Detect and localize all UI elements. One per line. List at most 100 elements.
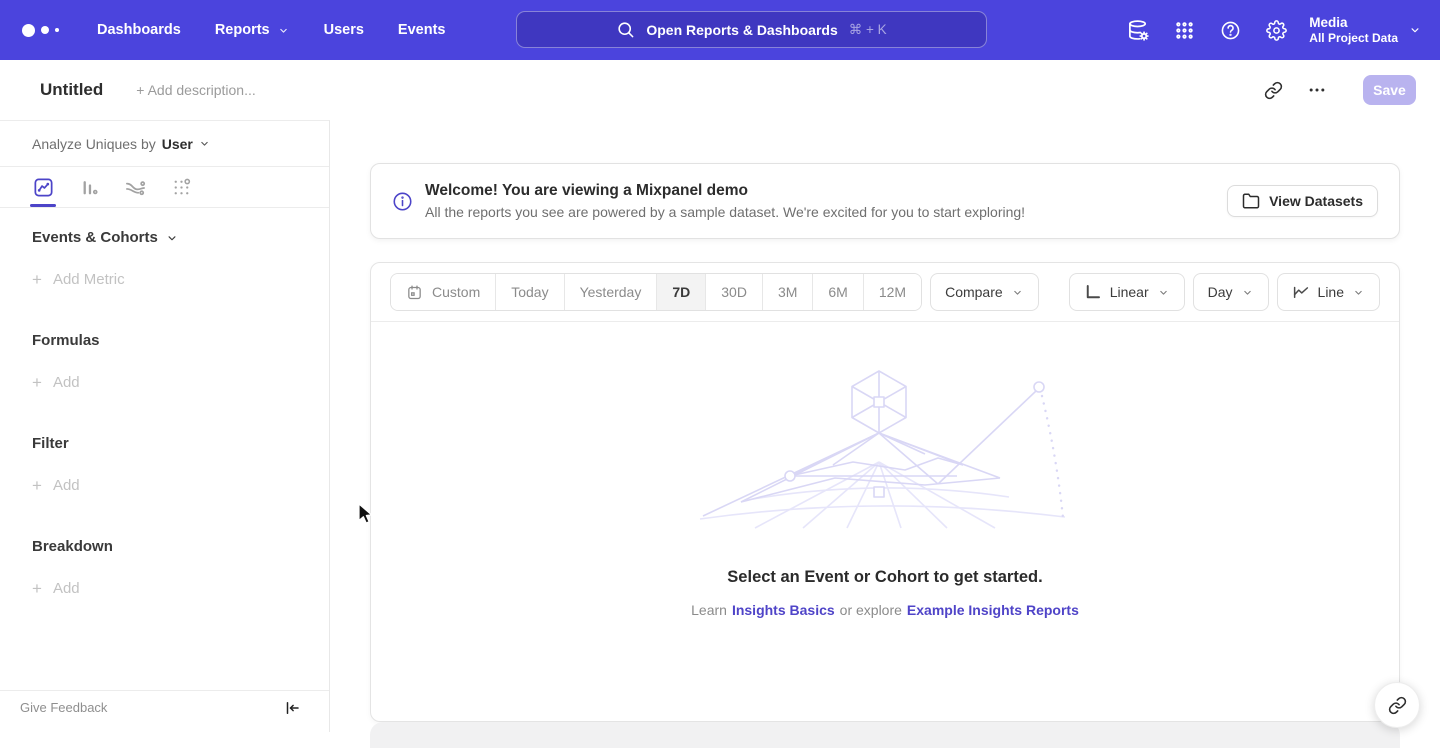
tab-retention-grid[interactable] [169, 167, 193, 207]
example-insights-reports-link[interactable]: Example Insights Reports [907, 602, 1079, 618]
chart-display-controls: Linear Day Line [1069, 273, 1380, 311]
range-custom[interactable]: Custom [391, 274, 495, 310]
nav-users-label: Users [324, 22, 364, 38]
nav-events[interactable]: Events [381, 0, 463, 60]
analyze-value-dropdown[interactable]: User [162, 136, 211, 152]
granularity-dropdown[interactable]: Day [1193, 273, 1269, 311]
report-actions: Save [1264, 75, 1416, 105]
insights-chart-card: Custom Today Yesterday 7D 30D 3M 6M 12M … [370, 262, 1400, 722]
report-title[interactable]: Untitled [40, 80, 103, 100]
share-link-fab[interactable] [1374, 682, 1420, 728]
report-header: Untitled + Add description... Save [0, 60, 1440, 120]
plus-icon: + [32, 375, 42, 390]
insights-basics-link[interactable]: Insights Basics [732, 602, 835, 618]
learn-prefix: Learn [691, 602, 727, 618]
save-button[interactable]: Save [1363, 75, 1416, 105]
main-nav: Dashboards Reports Users Events [80, 0, 462, 60]
banner-text: Welcome! You are viewing a Mixpanel demo… [425, 182, 1025, 220]
chevron-down-icon [1157, 286, 1170, 299]
chart-toolbar: Custom Today Yesterday 7D 30D 3M 6M 12M … [371, 263, 1399, 322]
search-shortcut: ⌘ + K [849, 22, 887, 38]
report-description-placeholder[interactable]: + Add description... [136, 82, 255, 98]
analyze-label: Analyze Uniques by [32, 136, 156, 152]
formulas-title: Formulas [32, 332, 297, 349]
settings-gear-icon[interactable] [1253, 0, 1299, 60]
compare-dropdown[interactable]: Compare [930, 273, 1039, 311]
plus-icon: + [32, 272, 42, 287]
nav-reports[interactable]: Reports [198, 0, 307, 60]
data-management-icon[interactable] [1115, 0, 1161, 60]
range-yesterday[interactable]: Yesterday [564, 274, 657, 310]
view-datasets-button[interactable]: View Datasets [1227, 185, 1378, 217]
range-30d[interactable]: 30D [705, 274, 762, 310]
axis-icon [1084, 283, 1102, 301]
calendar-icon [406, 284, 423, 301]
logo-dot [22, 24, 35, 37]
add-formula-button[interactable]: + Add [32, 374, 297, 391]
nav-dashboards-label: Dashboards [97, 22, 181, 38]
add-metric-button[interactable]: + Add Metric [32, 271, 297, 288]
top-navbar: Dashboards Reports Users Events Open Rep… [0, 0, 1440, 60]
logo-dot [55, 28, 59, 32]
empty-state: Select an Event or Cohort to get started… [371, 322, 1399, 618]
nav-dashboards[interactable]: Dashboards [80, 0, 198, 60]
breakdown-panel-top [370, 722, 1400, 748]
range-7d[interactable]: 7D [656, 274, 705, 310]
plus-icon: + [32, 478, 42, 493]
chevron-down-icon [198, 137, 211, 150]
project-scope: All Project Data [1309, 31, 1398, 46]
give-feedback-link[interactable]: Give Feedback [20, 700, 107, 715]
date-range-control: Custom Today Yesterday 7D 30D 3M 6M 12M [390, 273, 922, 311]
chevron-down-icon [1408, 23, 1422, 37]
section-filter: Filter + Add [0, 435, 329, 494]
welcome-banner: Welcome! You are viewing a Mixpanel demo… [370, 163, 1400, 239]
events-cohorts-title[interactable]: Events & Cohorts [32, 229, 297, 246]
tab-bar-chart[interactable] [77, 167, 101, 207]
chevron-down-icon [165, 231, 179, 245]
tab-flow[interactable] [123, 167, 147, 207]
chevron-down-icon [1011, 286, 1024, 299]
copy-link-icon[interactable] [1264, 81, 1283, 100]
more-icon[interactable] [1307, 80, 1327, 100]
query-builder-sidebar: Analyze Uniques by User Events & [0, 120, 330, 732]
retention-grid-icon [170, 176, 193, 199]
nav-users[interactable]: Users [307, 0, 381, 60]
range-6m[interactable]: 6M [812, 274, 862, 310]
section-breakdown: Breakdown + Add [0, 538, 329, 597]
project-switcher[interactable]: Media All Project Data [1309, 14, 1422, 46]
chevron-down-icon [1352, 286, 1365, 299]
nav-reports-label: Reports [215, 22, 270, 38]
search-input[interactable]: Open Reports & Dashboards ⌘ + K [516, 11, 987, 48]
empty-state-links: Learn Insights Basics or explore Example… [691, 602, 1079, 618]
nav-events-label: Events [398, 22, 446, 38]
range-today[interactable]: Today [495, 274, 563, 310]
range-3m[interactable]: 3M [762, 274, 812, 310]
tab-insights-line[interactable] [31, 167, 55, 207]
middle-text: or explore [840, 602, 902, 618]
breakdown-title: Breakdown [32, 538, 297, 555]
sidebar-footer: Give Feedback [0, 690, 329, 732]
plus-icon: + [32, 581, 42, 596]
navbar-right: Media All Project Data [1115, 0, 1422, 60]
empty-state-illustration [695, 366, 1075, 531]
section-events-cohorts: Events & Cohorts + Add Metric [0, 229, 329, 288]
collapse-sidebar-icon[interactable] [283, 699, 301, 717]
mixpanel-logo-icon[interactable] [22, 24, 68, 37]
scale-dropdown[interactable]: Linear [1069, 273, 1185, 311]
chevron-down-icon [277, 24, 290, 37]
search-icon [616, 20, 635, 39]
project-name: Media [1309, 14, 1398, 31]
section-formulas: Formulas + Add [0, 332, 329, 391]
folder-icon [1242, 192, 1260, 210]
range-12m[interactable]: 12M [863, 274, 921, 310]
info-icon [392, 191, 413, 212]
active-tab-underline [30, 204, 56, 208]
empty-state-title: Select an Event or Cohort to get started… [727, 568, 1042, 587]
help-icon[interactable] [1207, 0, 1253, 60]
banner-subtitle: All the reports you see are powered by a… [425, 204, 1025, 220]
chart-type-dropdown[interactable]: Line [1277, 273, 1380, 311]
add-breakdown-button[interactable]: + Add [32, 580, 297, 597]
apps-grid-icon[interactable] [1161, 0, 1207, 60]
add-filter-button[interactable]: + Add [32, 477, 297, 494]
link-icon [1388, 696, 1407, 715]
